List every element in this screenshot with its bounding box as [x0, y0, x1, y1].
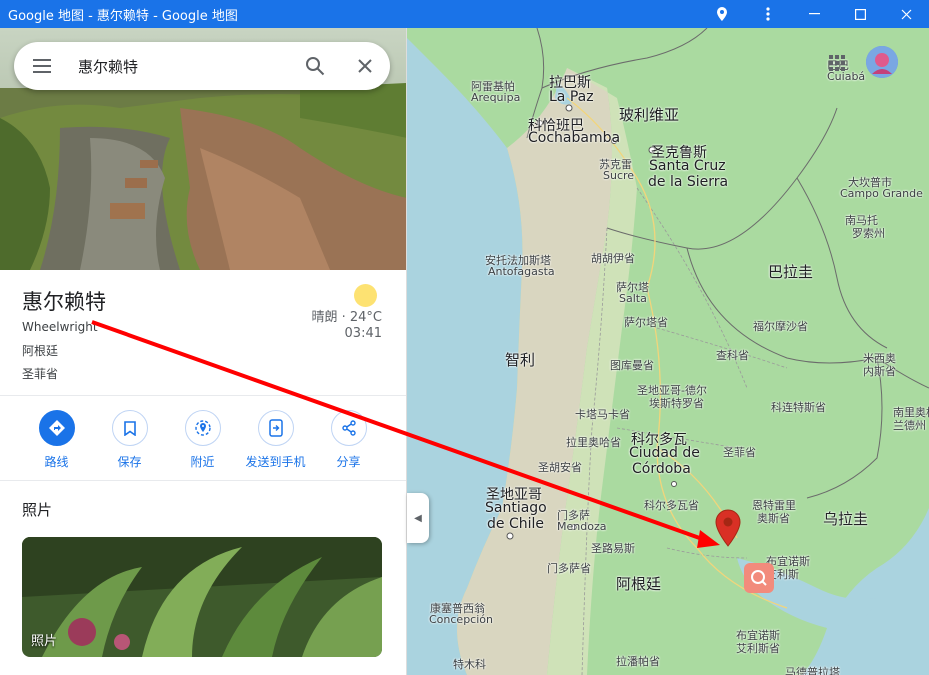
map-label[interactable]: 奥斯省 — [757, 510, 790, 526]
map-label[interactable]: 福尔摩沙省 — [753, 318, 808, 334]
directions-button[interactable]: 路线 — [20, 410, 93, 480]
map-label[interactable]: Santiago — [485, 500, 547, 516]
map-label[interactable]: 乌拉圭 — [823, 508, 868, 529]
map-label[interactable]: de Chile — [487, 516, 544, 532]
nearby-button[interactable]: 附近 — [166, 410, 239, 480]
weather-condition: 晴朗 · 24°C — [311, 310, 382, 325]
map-label[interactable]: 圣菲省 — [723, 444, 756, 460]
more-vert-icon[interactable] — [745, 0, 791, 28]
map-label[interactable]: Salta — [619, 292, 647, 305]
map-label[interactable]: de la Sierra — [648, 174, 728, 190]
place-latin-name: Wheelwright — [22, 320, 98, 334]
weather-info: 晴朗 · 24°C 03:41 — [311, 310, 382, 342]
map-label[interactable]: 科连特斯省 — [771, 399, 826, 415]
map-canvas[interactable]: 阿雷基帕 Arequipa 拉巴斯 La Paz 玻利维亚 科恰班巴 Cocha… — [407, 28, 929, 675]
search-result-marker-icon[interactable] — [744, 563, 774, 593]
action-bar: 路线 保存 附近 发送到手机 分享 — [0, 410, 406, 480]
place-country: 阿根廷 — [22, 344, 59, 358]
map-label[interactable]: Campo Grande — [840, 187, 923, 200]
search-icon[interactable] — [290, 42, 340, 90]
directions-label: 路线 — [44, 455, 69, 469]
map-label[interactable]: La Paz — [549, 89, 594, 105]
collapse-panel-button[interactable]: ◀ — [407, 493, 429, 543]
search-input[interactable]: 惠尔赖特 — [70, 56, 290, 77]
maximize-icon[interactable] — [837, 0, 883, 28]
map-label[interactable]: 艾利斯省 — [736, 640, 780, 656]
apps-grid-icon[interactable] — [829, 55, 845, 71]
clear-search-icon[interactable] — [340, 42, 390, 90]
search-box: 惠尔赖特 — [14, 42, 390, 90]
map-label[interactable]: Santa Cruz — [649, 158, 726, 174]
place-panel: 惠尔赖特 惠尔赖特 Wheelwright 阿根廷 圣菲省 晴朗 · 24°C … — [0, 28, 407, 675]
directions-icon — [38, 410, 75, 446]
map-label[interactable]: 特木科 — [453, 656, 486, 672]
map-label[interactable]: Cochabamba — [528, 130, 620, 146]
bookmark-icon — [111, 410, 148, 446]
window-titlebar: Google 地图 - 惠尔赖特 - Google 地图 — [0, 0, 929, 28]
map-label[interactable]: Antofagasta — [488, 265, 555, 278]
map-label[interactable]: 萨尔塔省 — [624, 314, 668, 330]
send-to-phone-icon — [257, 410, 294, 446]
map-label[interactable]: Ciudad de — [629, 445, 700, 461]
map-label[interactable]: 罗索州 — [852, 225, 885, 241]
share-label: 分享 — [336, 455, 361, 469]
map-label[interactable]: 图库曼省 — [610, 357, 654, 373]
share-icon — [330, 410, 367, 446]
map-label[interactable]: Sucre — [603, 169, 634, 182]
nearby-label: 附近 — [190, 455, 215, 469]
location-pin-icon[interactable] — [699, 0, 745, 28]
share-button[interactable]: 分享 — [312, 410, 385, 480]
map-label[interactable]: Concepción — [429, 613, 493, 626]
map-label[interactable]: 门多萨省 — [547, 560, 591, 576]
photos-heading: 照片 — [22, 501, 53, 519]
divider — [0, 395, 406, 396]
sunny-weather-icon — [354, 284, 377, 307]
local-time: 03:41 — [344, 326, 382, 341]
map-label[interactable]: 内斯省 — [863, 363, 896, 379]
save-label: 保存 — [117, 455, 142, 469]
avatar[interactable] — [866, 46, 898, 78]
map-label[interactable]: Córdoba — [632, 461, 691, 477]
place-info: 惠尔赖特 Wheelwright 阿根廷 圣菲省 晴朗 · 24°C 03:41 — [0, 270, 406, 396]
photo-card[interactable]: 照片 — [22, 537, 382, 657]
map-label[interactable]: 拉潘帕省 — [616, 653, 660, 669]
map-label[interactable]: 圣胡安省 — [538, 459, 582, 475]
map-label[interactable]: 阿根廷 — [616, 573, 661, 594]
map-label[interactable]: 埃斯特罗省 — [649, 395, 704, 411]
map-label[interactable]: 拉里奥哈省 — [566, 434, 621, 450]
map-label[interactable]: Arequipa — [471, 91, 520, 104]
map-label[interactable]: 兰德州 — [893, 417, 926, 433]
map-label[interactable]: 科尔多瓦省 — [644, 497, 699, 513]
photo-card-label: 照片 — [31, 634, 58, 649]
location-pin-icon[interactable] — [715, 509, 741, 551]
send-to-phone-button[interactable]: 发送到手机 — [239, 410, 312, 480]
map-label[interactable]: 卡塔马卡省 — [575, 406, 630, 422]
map-label[interactable]: 圣路易斯 — [591, 540, 635, 556]
map-label[interactable]: Cuiabá — [827, 70, 865, 83]
send-to-phone-label: 发送到手机 — [245, 455, 306, 469]
nearby-icon — [184, 410, 221, 446]
map-label[interactable]: Mendoza — [557, 520, 606, 533]
map-label[interactable]: 胡胡伊省 — [591, 250, 635, 266]
map-label[interactable]: 玻利维亚 — [619, 104, 679, 125]
close-icon[interactable] — [883, 0, 929, 28]
place-province: 圣菲省 — [22, 367, 59, 381]
minimize-icon[interactable] — [791, 0, 837, 28]
divider — [0, 480, 406, 481]
place-title: 惠尔赖特 — [22, 290, 106, 314]
map-label[interactable]: 巴拉圭 — [768, 261, 813, 282]
map-label[interactable]: 马德普拉塔 — [785, 664, 840, 675]
hamburger-menu-icon[interactable] — [14, 42, 70, 90]
map-label[interactable]: 查科省 — [716, 347, 749, 363]
save-button[interactable]: 保存 — [93, 410, 166, 480]
window-title: Google 地图 - 惠尔赖特 - Google 地图 — [8, 8, 238, 24]
map-label[interactable]: 智利 — [505, 349, 535, 370]
